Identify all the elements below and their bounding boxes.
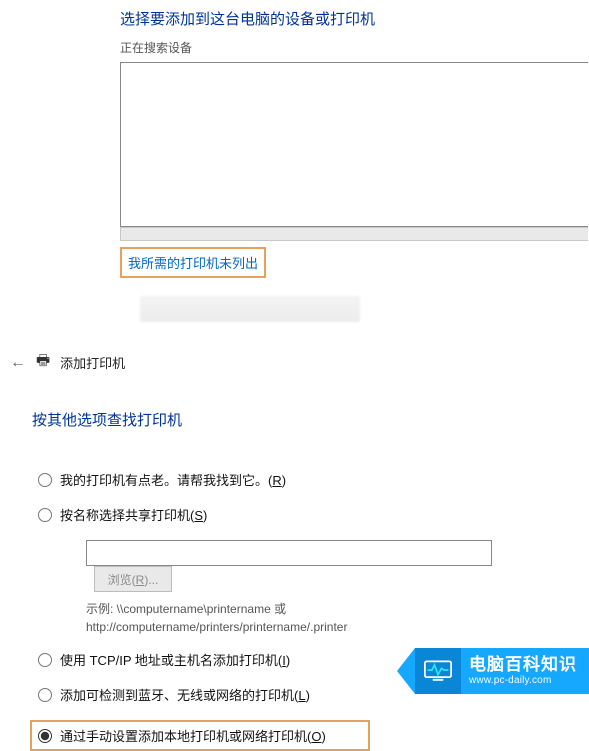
watermark-text: 电脑百科知识 www.pc-daily.com	[461, 648, 589, 694]
printer-not-listed-link[interactable]: 我所需的打印机未列出	[120, 247, 266, 278]
option-shared-by-name-radio[interactable]	[38, 508, 52, 522]
find-printer-subheading: 按其他选项查找打印机	[32, 409, 571, 430]
watermark-en: www.pc-daily.com	[469, 675, 577, 687]
option-tcpip-label: 使用 TCP/IP 地址或主机名添加打印机(I)	[60, 650, 290, 669]
option-manual-radio[interactable]	[38, 729, 52, 743]
select-device-heading: 选择要添加到这台电脑的设备或打印机	[120, 0, 589, 29]
option-old-printer-label: 我的打印机有点老。请帮我找到它。(R)	[60, 470, 286, 489]
printer-options-group: 我的打印机有点老。请帮我找到它。(R) 按名称选择共享打印机(S) 浏览(R).…	[38, 470, 571, 751]
site-watermark: 电脑百科知识 www.pc-daily.com	[397, 648, 589, 694]
printer-icon: 🖶	[36, 350, 50, 375]
shared-printer-path-input[interactable]	[86, 540, 492, 566]
watermark-tail-shape	[397, 648, 415, 694]
option-tcpip-radio[interactable]	[38, 653, 52, 667]
option-wireless-radio[interactable]	[38, 688, 52, 702]
option-old-printer-radio[interactable]	[38, 473, 52, 487]
add-printer-title: 添加打印机	[60, 353, 125, 372]
select-device-panel: 选择要添加到这台电脑的设备或打印机 正在搜索设备 我所需的打印机未列出	[0, 0, 589, 278]
option-shared-by-name[interactable]: 按名称选择共享打印机(S)	[38, 505, 571, 524]
option-manual-label: 通过手动设置添加本地打印机或网络打印机(O)	[60, 726, 326, 745]
shared-printer-block: 浏览(R)... 示例: \\computername\printername …	[86, 540, 571, 636]
monitor-pulse-icon	[415, 648, 461, 694]
option-manual[interactable]: 通过手动设置添加本地打印机或网络打印机(O)	[30, 720, 370, 751]
searching-label: 正在搜索设备	[120, 39, 589, 56]
browse-button: 浏览(R)...	[94, 566, 172, 592]
option-old-printer[interactable]: 我的打印机有点老。请帮我找到它。(R)	[38, 470, 571, 489]
watermark-cn: 电脑百科知识	[469, 655, 577, 675]
option-shared-by-name-label: 按名称选择共享打印机(S)	[60, 505, 207, 524]
device-list[interactable]	[120, 62, 588, 227]
shared-printer-example: 示例: \\computername\printername 或 http://…	[86, 600, 571, 636]
obscured-region	[140, 296, 360, 322]
back-arrow-icon[interactable]: ←	[10, 354, 26, 372]
wizard-header: ← 🖶 添加打印机	[10, 350, 571, 375]
device-list-scrollbar[interactable]	[120, 227, 588, 241]
option-wireless-label: 添加可检测到蓝牙、无线或网络的打印机(L)	[60, 685, 310, 704]
